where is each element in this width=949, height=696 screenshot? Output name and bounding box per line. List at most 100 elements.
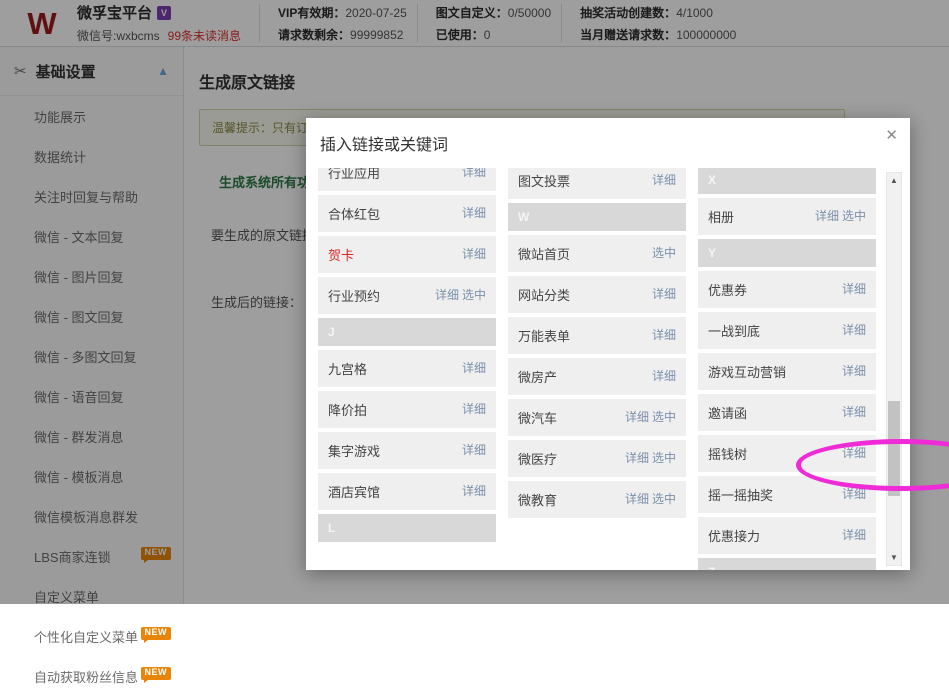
link-item-label: 游戏互动营销	[708, 365, 787, 380]
detail-action[interactable]: 详细	[842, 446, 866, 460]
link-item-label: 万能表单	[518, 329, 571, 344]
letter-group-header: X	[698, 168, 876, 194]
link-list-item[interactable]: 合体红包 详细	[318, 195, 496, 232]
link-list-item[interactable]: 网站分类 详细	[508, 276, 686, 313]
modal-title: 插入链接或关键词	[320, 137, 449, 154]
link-item-actions: 详细	[839, 485, 866, 504]
link-item-actions: 选中	[649, 244, 676, 263]
close-icon[interactable]: ✕	[885, 128, 898, 143]
link-item-label: 微房产	[518, 370, 558, 385]
new-badge: NEW	[140, 667, 171, 683]
detail-action[interactable]: 详细	[842, 364, 866, 378]
detail-action[interactable]: 详细	[842, 405, 866, 419]
link-item-label: 相册	[708, 210, 735, 225]
select-action[interactable]: 选中	[652, 410, 676, 424]
link-list-item[interactable]: 集字游戏 详细	[318, 432, 496, 469]
select-action[interactable]: 选中	[652, 246, 676, 260]
link-list-item[interactable]: 酒店宾馆 详细	[318, 473, 496, 510]
detail-action[interactable]: 详细	[462, 206, 486, 220]
link-item-label: 摇一摇抽奖	[708, 488, 774, 503]
link-item-label: 网站分类	[518, 288, 571, 303]
detail-action[interactable]: 详细	[462, 402, 486, 416]
caret-down-icon[interactable]: ▼	[887, 550, 901, 565]
link-item-actions: 详细	[459, 245, 486, 264]
link-list-item[interactable]: 一战到底 详细	[698, 312, 876, 349]
link-item-actions: 详细	[649, 171, 676, 190]
link-item-actions: 详细	[459, 441, 486, 460]
letter-group-header: Y	[698, 239, 876, 267]
link-list-item[interactable]: 优惠券 详细	[698, 271, 876, 308]
link-list-item[interactable]: 相册 详细 选中	[698, 198, 876, 235]
detail-action[interactable]: 详细	[652, 328, 676, 342]
link-list-item[interactable]: 游戏互动营销 详细	[698, 353, 876, 390]
link-item-label: 图文投票	[518, 174, 571, 189]
link-list-item[interactable]: 九宫格 详细	[318, 350, 496, 387]
link-list-item[interactable]: 微教育 详细 选中	[508, 481, 686, 518]
link-item-actions: 详细	[839, 280, 866, 299]
link-item-label: 摇钱树	[708, 447, 748, 462]
link-list-item[interactable]: 微汽车 详细 选中	[508, 399, 686, 436]
detail-action[interactable]: 详细	[842, 323, 866, 337]
letter-group-header: J	[318, 318, 496, 346]
link-list-item[interactable]: 摇一摇抽奖 详细	[698, 476, 876, 513]
link-item-label: 微教育	[518, 493, 558, 508]
column-2: 图文投票 详细 W 微站首页 选中 网站分类 详细 万能表单 详细 微房产 详细 微汽车 详细 选中 微医疗…	[508, 168, 686, 570]
link-list-item[interactable]: 摇钱树 详细	[698, 435, 876, 472]
link-list-item[interactable]: 图文投票 详细	[508, 168, 686, 199]
select-action[interactable]: 选中	[462, 288, 486, 302]
detail-action[interactable]: 详细	[625, 451, 649, 465]
link-item-actions: 详细	[839, 403, 866, 422]
sidebar-item[interactable]: 个性化自定义菜单 NEW	[0, 616, 183, 656]
link-item-label: 行业预约	[328, 289, 381, 304]
detail-action[interactable]: 详细	[842, 528, 866, 542]
select-action[interactable]: 选中	[652, 492, 676, 506]
detail-action[interactable]: 详细	[652, 369, 676, 383]
link-item-actions: 详细	[459, 168, 486, 182]
link-list-item[interactable]: 降价拍 详细	[318, 391, 496, 428]
link-list-item[interactable]: 微医疗 详细 选中	[508, 440, 686, 477]
detail-action[interactable]: 详细	[652, 173, 676, 187]
link-item-label: 九宫格	[328, 362, 368, 377]
link-item-label: 行业应用	[328, 168, 381, 181]
detail-action[interactable]: 详细	[462, 361, 486, 375]
link-item-label: 微医疗	[518, 452, 558, 467]
link-list-item[interactable]: 贺卡 详细	[318, 236, 496, 273]
link-list-item[interactable]: 优惠接力 详细	[698, 517, 876, 554]
link-list-item[interactable]: 微房产 详细	[508, 358, 686, 395]
link-item-label: 优惠券	[708, 283, 748, 298]
link-list-item[interactable]: 微站首页 选中	[508, 235, 686, 272]
link-list-item[interactable]: 邀请函 详细	[698, 394, 876, 431]
modal-scrollbar[interactable]: ▲ ▼	[886, 172, 902, 566]
link-item-label: 集字游戏	[328, 444, 381, 459]
detail-action[interactable]: 详细	[462, 247, 486, 261]
detail-action[interactable]: 详细	[625, 410, 649, 424]
link-item-actions: 详细	[459, 359, 486, 378]
link-item-label: 合体红包	[328, 207, 381, 222]
detail-action[interactable]: 详细	[625, 492, 649, 506]
detail-action[interactable]: 详细	[842, 487, 866, 501]
link-item-label: 邀请函	[708, 406, 748, 421]
scrollbar-thumb[interactable]	[888, 401, 900, 496]
link-list-item[interactable]: 行业预约 详细 选中	[318, 277, 496, 314]
letter-group-header: L	[318, 514, 496, 542]
link-item-actions: 详细	[649, 367, 676, 386]
column-1: 行业应用 详细 合体红包 详细 贺卡 详细 行业预约 详细 选中 J 九宫格 详细 降价拍 详细 集字游戏详…	[318, 168, 496, 570]
sidebar-item[interactable]: 自动获取粉丝信息 NEW	[0, 656, 183, 696]
select-action[interactable]: 选中	[652, 451, 676, 465]
select-action[interactable]: 选中	[842, 209, 866, 223]
link-list-item[interactable]: 万能表单 详细	[508, 317, 686, 354]
link-item-actions: 详细	[459, 400, 486, 419]
link-list-item[interactable]: 行业应用 详细	[318, 168, 496, 191]
caret-up-icon[interactable]: ▲	[887, 173, 901, 188]
detail-action[interactable]: 详细	[462, 443, 486, 457]
link-item-actions: 详细	[649, 285, 676, 304]
detail-action[interactable]: 详细	[435, 288, 459, 302]
link-item-label: 酒店宾馆	[328, 485, 381, 500]
detail-action[interactable]: 详细	[652, 287, 676, 301]
column-scroll-content: 行业应用 详细 合体红包 详细 贺卡 详细 行业预约 详细 选中 J 九宫格 详细 降价拍 详细 集字游戏详…	[318, 168, 496, 546]
detail-action[interactable]: 详细	[462, 168, 486, 179]
detail-action[interactable]: 详细	[815, 209, 839, 223]
column-3: X 相册 详细 选中 Y 优惠券 详细 一战到底 详细 游戏互动营销 详细 邀请函 详细 摇钱树 详细 摇一摇…	[698, 168, 876, 570]
detail-action[interactable]: 详细	[462, 484, 486, 498]
detail-action[interactable]: 详细	[842, 282, 866, 296]
